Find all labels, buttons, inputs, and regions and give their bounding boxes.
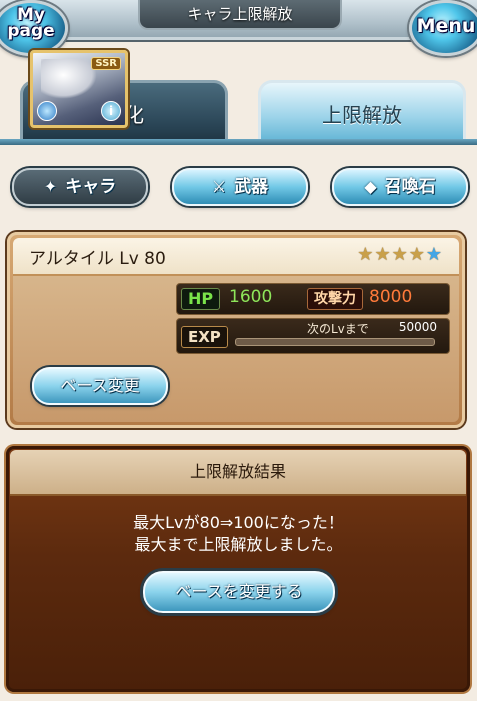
exp-label: EXP <box>181 326 228 348</box>
portrait-art <box>41 59 97 99</box>
next-level-label: 次のLvまで <box>307 322 369 336</box>
category-label: 召喚石 <box>384 177 436 197</box>
stat-row-hp-atk: HP 1600 攻撃力 8000 <box>176 283 450 315</box>
exp-progress-bar <box>235 338 435 346</box>
water-element-icon <box>37 101 57 121</box>
character-name-level: アルタイル Lv 80 <box>29 249 166 269</box>
change-base-confirm-button[interactable]: ベースを変更する <box>143 571 335 613</box>
summon-stone-icon: ◆ <box>364 177 377 196</box>
result-line-2: 最大まで上限解放しました。 <box>134 535 343 554</box>
star-icon: ★ <box>374 244 392 265</box>
mypage-button[interactable]: My page <box>0 0 68 56</box>
weapon-icon: ⚔ <box>211 177 227 196</box>
info-icon[interactable]: i <box>101 101 121 121</box>
hp-value: 1600 <box>229 287 273 307</box>
category-weapon-button[interactable]: ⚔ 武器 <box>172 168 308 206</box>
category-summon-button[interactable]: ◆ 召喚石 <box>332 168 468 206</box>
character-portrait[interactable]: SSR i <box>30 50 128 128</box>
page-title: キャラ上限解放 <box>138 0 342 30</box>
result-title: 上限解放結果 <box>10 450 466 496</box>
ssr-badge: SSR <box>91 57 121 70</box>
result-line-1: 最大Lvが80⇒100になった！ <box>133 513 344 532</box>
star-icon: ★ <box>425 244 443 265</box>
star-icon: ★ <box>357 244 375 265</box>
change-base-button[interactable]: ベース変更 <box>32 367 168 405</box>
tab-divider <box>0 139 477 145</box>
mypage-label: My page <box>7 5 55 41</box>
star-icon: ★ <box>408 244 426 265</box>
rarity-stars: ★★★★★ <box>357 244 443 265</box>
result-message: 最大Lvが80⇒100になった！ 最大まで上限解放しました。 <box>0 512 477 556</box>
character-header: アルタイル Lv 80 ★★★★★ <box>13 238 459 276</box>
attack-value: 8000 <box>369 287 413 307</box>
top-bar: My page キャラ上限解放 Menu <box>0 0 477 56</box>
result-panel: 上限解放結果 <box>6 446 470 692</box>
stat-row-exp: EXP 次のLvまで 50000 <box>176 318 450 354</box>
next-level-value: 50000 <box>398 320 437 334</box>
category-label: キャラ <box>65 177 117 197</box>
character-icon: ✦ <box>43 177 58 196</box>
attack-label: 攻撃力 <box>307 288 363 310</box>
hp-label: HP <box>181 288 221 310</box>
category-label: 武器 <box>234 177 269 197</box>
menu-button[interactable]: Menu <box>409 0 477 56</box>
category-character-button[interactable]: ✦ キャラ <box>12 168 148 206</box>
tab-uncap[interactable]: 上限解放 <box>258 80 466 143</box>
star-icon: ★ <box>391 244 409 265</box>
